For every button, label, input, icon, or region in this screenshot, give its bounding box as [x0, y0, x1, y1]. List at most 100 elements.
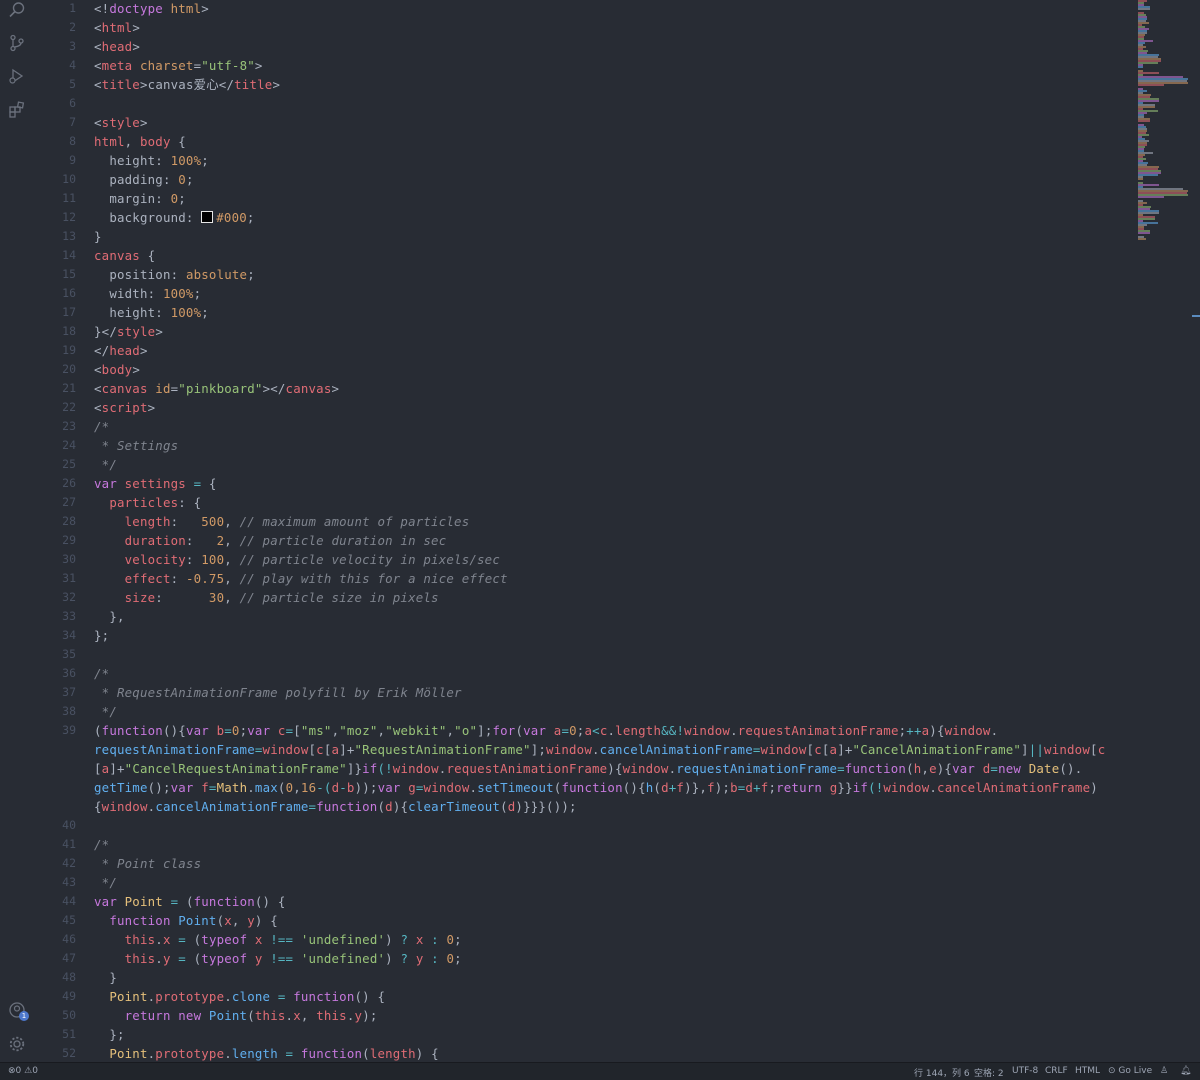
code-token: ]; [477, 723, 493, 738]
code-token: : [170, 267, 186, 282]
code-token: ); [714, 780, 731, 795]
code-token: }} [837, 780, 853, 795]
code-text: particles: { [94, 493, 201, 512]
code-token: + [753, 780, 761, 795]
minimap[interactable] [1136, 0, 1192, 260]
code-token: [ [821, 742, 830, 757]
account-icon[interactable]: 1 [7, 1000, 29, 1021]
code-token: var [170, 780, 194, 795]
status-bar: ⊗0 ⚠0 行 144，列 6 空格: 2 UTF-8 CRLF HTML ⊙ … [0, 1062, 1200, 1080]
code-token: [ [323, 742, 332, 757]
code-token: var [247, 723, 271, 738]
code-token: > [132, 20, 140, 35]
code-token: : [162, 172, 179, 187]
search-icon[interactable] [7, 0, 27, 20]
code-token: < [94, 20, 102, 35]
code-token: e [929, 761, 937, 776]
line-ending[interactable]: CRLF [1045, 1066, 1068, 1076]
code-token: x [162, 932, 171, 947]
code-text: (function(){var b=0;var c=["ms","moz","w… [94, 721, 998, 740]
code-token: d [745, 780, 754, 795]
go-live-button[interactable]: ⊙ Go Live [1108, 1066, 1152, 1076]
line-number: 51 [62, 1027, 76, 1041]
code-token: length [369, 1046, 416, 1061]
manage-gear-icon[interactable] [7, 1034, 27, 1054]
code-token: ++ [906, 723, 922, 738]
problems-indicator[interactable]: ⊗0 ⚠0 [8, 1066, 38, 1076]
line-number: 20 [62, 362, 76, 376]
code-text: * Settings [94, 436, 178, 455]
code-token: return [776, 780, 823, 795]
code-token: */ [94, 875, 117, 890]
code-token: "webkit" [385, 723, 447, 738]
code-token: height [94, 153, 156, 168]
code-token: b [208, 723, 225, 738]
line-number: 24 [62, 438, 76, 452]
code-token: . [224, 989, 232, 1004]
code-token: x [247, 932, 263, 947]
feedback-icon[interactable]: ♙ [1160, 1066, 1168, 1076]
code-token: * Point class [94, 856, 202, 871]
code-token: y [247, 951, 263, 966]
code-token: !== [262, 951, 301, 966]
code-text: /* [94, 835, 109, 854]
color-swatch[interactable] [201, 211, 214, 223]
code-token: : [423, 951, 447, 966]
code-token: } [94, 324, 102, 339]
code-token: 0 [569, 723, 577, 738]
code-token: b [730, 780, 738, 795]
code-token: ) [385, 932, 401, 947]
code-token: c [1097, 742, 1106, 757]
code-token: setTimeout [477, 780, 554, 795]
code-token: for [492, 723, 516, 738]
run-debug-icon[interactable] [7, 66, 27, 86]
code-token: &&! [661, 723, 685, 738]
code-token: . [607, 723, 616, 738]
code-token: size [94, 590, 156, 605]
account-badge: 1 [19, 1011, 29, 1021]
cursor-position[interactable]: 行 144，列 6 [914, 1066, 970, 1079]
code-token: window [423, 780, 470, 795]
scrollbar-position-marker [1192, 315, 1200, 317]
code-text: getTime();var f=Math.max(0,16-(d-b));var… [94, 778, 1098, 797]
notifications-icon[interactable]: 🔔︎ [1180, 1066, 1191, 1076]
code-token: // play with this for a nice effect [239, 571, 508, 586]
vertical-scrollbar[interactable] [1192, 0, 1200, 1062]
code-text: /* [94, 664, 109, 683]
line-number: 19 [62, 343, 76, 357]
minimap-line [1138, 178, 1143, 180]
line-number: 2 [69, 20, 76, 34]
code-token: 0 [231, 723, 240, 738]
code-token: : [155, 191, 171, 206]
code-token: Date [1028, 761, 1060, 776]
code-token: "CancelAnimationFrame" [852, 742, 1022, 757]
code-token: length [94, 514, 171, 529]
code-token: = [170, 894, 186, 909]
code-token: "RequestAnimationFrame" [354, 742, 531, 757]
indentation[interactable]: 空格: 2 [974, 1066, 1004, 1079]
code-token: ></ [262, 381, 286, 396]
code-text: <meta charset="utf-8"> [94, 56, 263, 75]
code-token: < [94, 77, 102, 92]
code-token: "pinkboard" [178, 381, 263, 396]
code-text: this.x = (typeof x !== 'undefined') ? x … [94, 930, 462, 949]
code-text: var Point = (function() { [94, 892, 286, 911]
code-token: ( [247, 1008, 255, 1023]
source-control-icon[interactable] [7, 33, 27, 53]
code-token: = [254, 742, 263, 757]
minimap-line [1138, 8, 1151, 10]
line-number: 44 [62, 894, 76, 908]
code-token: cancelAnimationFrame [599, 742, 753, 757]
language-mode[interactable]: HTML [1075, 1066, 1100, 1076]
code-token: { [139, 248, 156, 263]
code-token: requestAnimationFrame [676, 761, 838, 776]
code-editor[interactable]: 1 <!doctype html> 2 <html> 3 <head> 4 <meta cha… [34, 0, 1134, 1062]
code-token: canvas爱心 [147, 77, 219, 92]
encoding[interactable]: UTF-8 [1012, 1066, 1038, 1076]
line-number: 26 [62, 476, 76, 490]
code-token: = [208, 780, 217, 795]
extensions-icon[interactable] [7, 100, 27, 120]
line-number: 49 [62, 989, 76, 1003]
code-token: [ [293, 723, 301, 738]
line-number: 10 [62, 172, 76, 186]
